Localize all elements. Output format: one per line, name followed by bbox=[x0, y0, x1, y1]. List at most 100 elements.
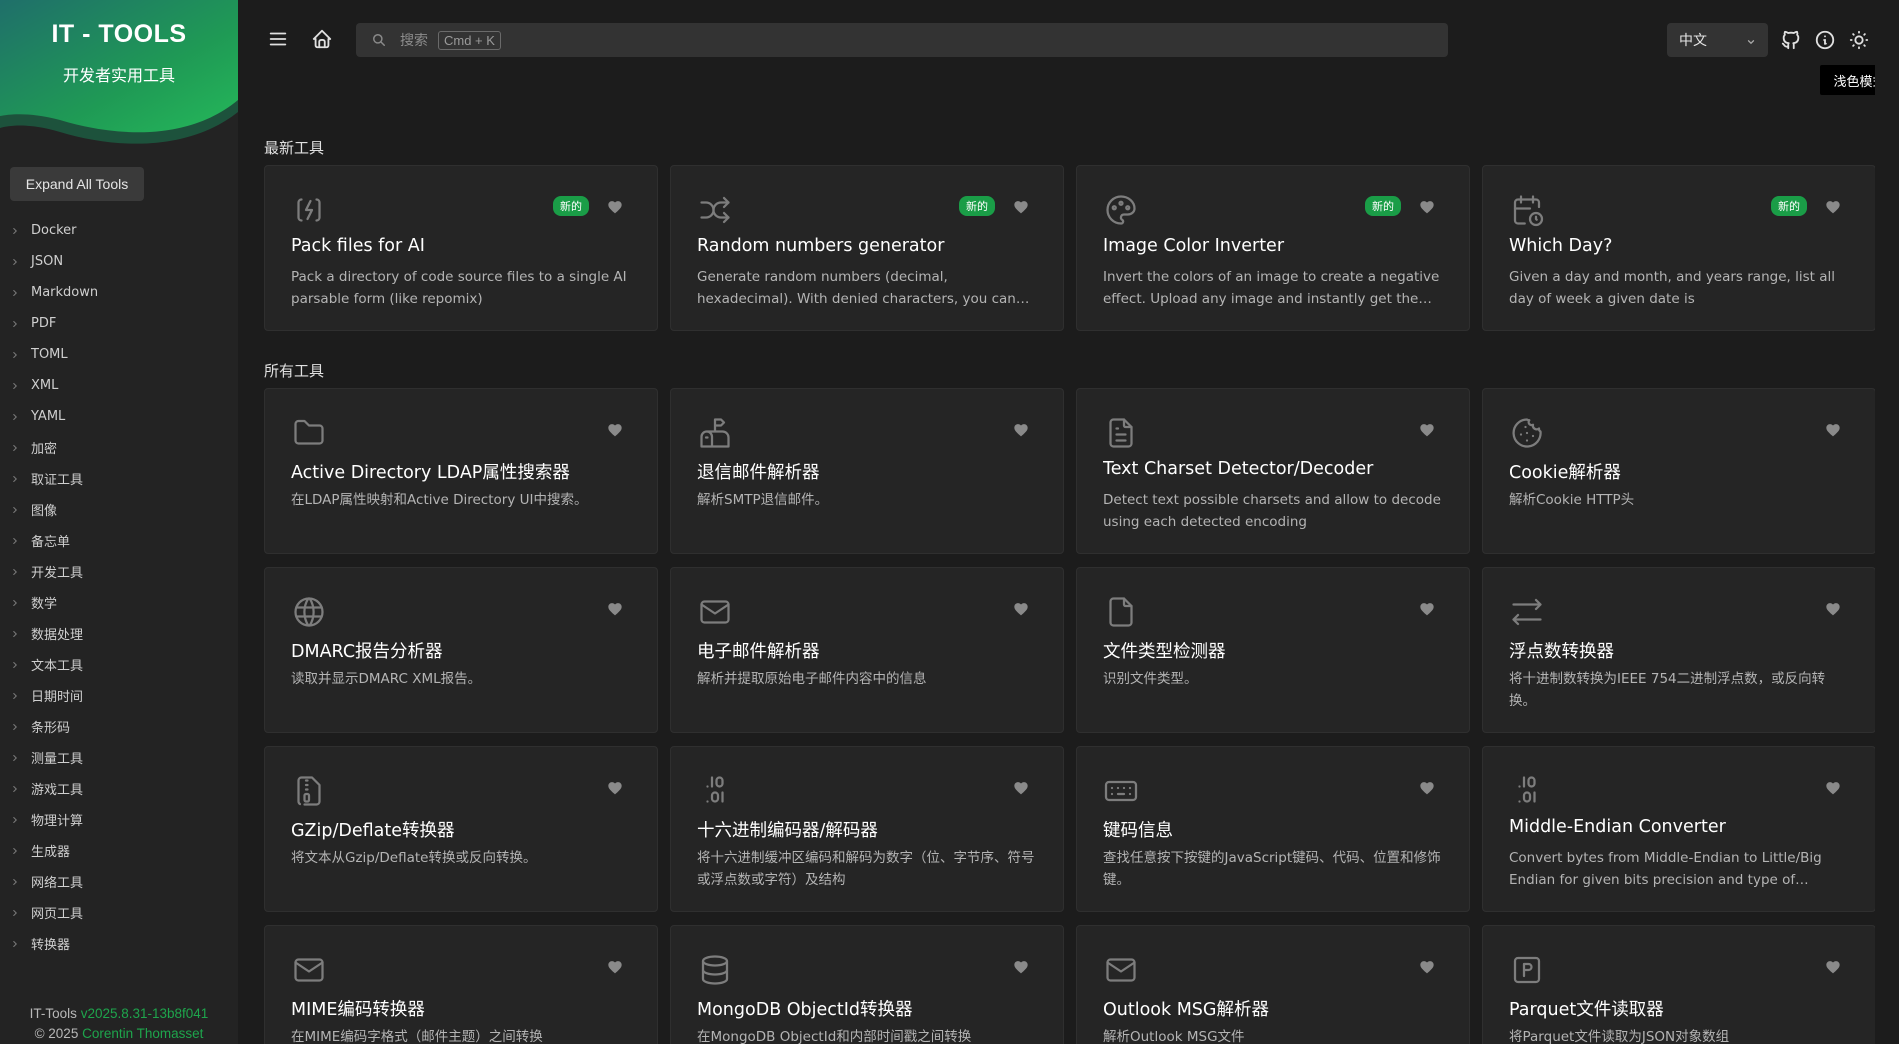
sidebar-category-14[interactable]: 文本工具 bbox=[0, 649, 238, 680]
top-header: 搜索 Cmd + K 中文 bbox=[238, 0, 1899, 80]
heart-icon[interactable] bbox=[607, 780, 623, 795]
github-icon[interactable] bbox=[1780, 29, 1802, 51]
heart-icon[interactable] bbox=[1013, 780, 1029, 795]
sidebar-category-13[interactable]: 数据处理 bbox=[0, 618, 238, 649]
tool-card[interactable]: MIME编码转换器 在MIME编码字格式（邮件主题）之间转换 bbox=[264, 925, 658, 1044]
heart-icon[interactable] bbox=[1013, 422, 1029, 437]
sidebar-category-12[interactable]: 数学 bbox=[0, 587, 238, 618]
sun-icon[interactable] bbox=[1848, 29, 1870, 51]
home-icon[interactable] bbox=[311, 28, 333, 50]
menu-icon[interactable] bbox=[267, 28, 289, 50]
heart-icon[interactable] bbox=[607, 422, 623, 437]
heart-icon[interactable] bbox=[607, 601, 623, 616]
app-title[interactable]: IT - TOOLS bbox=[0, 20, 238, 49]
heart-icon[interactable] bbox=[607, 959, 623, 974]
chevron-right-icon bbox=[10, 225, 22, 237]
heart-icon[interactable] bbox=[1419, 199, 1435, 214]
sidebar-category-label: Docker bbox=[31, 223, 77, 238]
category-list: Docker JSON Markdown PDF TOML XML YAML 加密 取证工具 图像… bbox=[0, 215, 238, 959]
heart-icon[interactable] bbox=[1013, 601, 1029, 616]
tool-card[interactable]: 十六进制编码器/解码器 将十六进制缓冲区编码和解码为数字（位、字节序、符号或浮点数… bbox=[670, 746, 1064, 912]
chevron-right-icon bbox=[10, 473, 22, 485]
sidebar-category-15[interactable]: 日期时间 bbox=[0, 680, 238, 711]
sidebar-category-label: 文本工具 bbox=[31, 659, 84, 674]
sidebar-category-21[interactable]: 网络工具 bbox=[0, 866, 238, 897]
sidebar-category-11[interactable]: 开发工具 bbox=[0, 556, 238, 587]
sidebar-category-3[interactable]: PDF bbox=[0, 308, 238, 339]
tool-card[interactable]: 新的 Which Day? Given a day and month, and y… bbox=[1482, 165, 1876, 331]
sidebar-category-19[interactable]: 物理计算 bbox=[0, 804, 238, 835]
language-select[interactable]: 中文 bbox=[1667, 23, 1768, 57]
chevron-right-icon bbox=[10, 597, 22, 609]
footer-copyright: © 2025 bbox=[34, 1026, 79, 1041]
heart-icon[interactable] bbox=[1419, 422, 1435, 437]
sidebar-category-17[interactable]: 测量工具 bbox=[0, 742, 238, 773]
tool-card-title: Text Charset Detector/Decoder bbox=[1103, 459, 1374, 479]
heart-icon[interactable] bbox=[1013, 959, 1029, 974]
shuffle-icon bbox=[697, 192, 733, 228]
sidebar-category-4[interactable]: TOML bbox=[0, 339, 238, 370]
heart-icon[interactable] bbox=[1419, 601, 1435, 616]
tool-card[interactable]: 退信邮件解析器 解析SMTP退信邮件。 bbox=[670, 388, 1064, 554]
sidebar-category-0[interactable]: Docker bbox=[0, 215, 238, 246]
tool-card[interactable]: 新的 Image Color Inverter Invert the colors … bbox=[1076, 165, 1470, 331]
sidebar-category-18[interactable]: 游戏工具 bbox=[0, 773, 238, 804]
search-bar[interactable]: 搜索 Cmd + K bbox=[356, 23, 1448, 57]
footer-author-link[interactable]: Corentin Thomasset bbox=[82, 1026, 203, 1041]
heart-icon[interactable] bbox=[1013, 199, 1029, 214]
arrows-left-right-icon bbox=[1509, 594, 1545, 630]
tool-card[interactable]: 电子邮件解析器 解析并提取原始电子邮件内容中的信息 bbox=[670, 567, 1064, 733]
tool-card-description: 查找任意按下按键的JavaScript键码、代码、位置和修饰键。 bbox=[1103, 850, 1441, 888]
app-subtitle: 开发者实用工具 bbox=[62, 66, 175, 85]
tool-card[interactable]: 浮点数转换器 将十进制数转换为IEEE 754二进制浮点数，或反向转换。 bbox=[1482, 567, 1876, 733]
tool-card[interactable]: Active Directory LDAP属性搜索器 在LDAP属性映射和Acti… bbox=[264, 388, 658, 554]
tool-card[interactable]: GZip/Deflate转换器 将文本从Gzip/Deflate转换或反向转换。 bbox=[264, 746, 658, 912]
expand-all-tools-button[interactable]: Expand All Tools bbox=[10, 167, 144, 201]
tool-card[interactable]: DMARC报告分析器 读取并显示DMARC XML报告。 bbox=[264, 567, 658, 733]
chevron-right-icon bbox=[10, 349, 22, 361]
tool-card-description: 在MongoDB ObjectId和内部时间戳之间转换 bbox=[697, 1029, 972, 1044]
sidebar-category-6[interactable]: YAML bbox=[0, 401, 238, 432]
tool-card[interactable]: Text Charset Detector/Decoder Detect text… bbox=[1076, 388, 1470, 554]
tool-card-description: 解析Outlook MSG文件 bbox=[1103, 1029, 1245, 1044]
parquet-icon bbox=[1509, 952, 1545, 988]
sidebar-category-label: XML bbox=[31, 378, 59, 393]
sidebar-category-23[interactable]: 转换器 bbox=[0, 928, 238, 959]
tool-card[interactable]: Cookie解析器 解析Cookie HTTP头 bbox=[1482, 388, 1876, 554]
heart-icon[interactable] bbox=[1419, 780, 1435, 795]
scrollbar-track[interactable] bbox=[1875, 0, 1899, 1044]
tool-card[interactable]: Middle-Endian Converter Convert bytes fro… bbox=[1482, 746, 1876, 912]
sidebar-category-5[interactable]: XML bbox=[0, 370, 238, 401]
mail-icon bbox=[697, 594, 733, 630]
heart-icon[interactable] bbox=[1419, 959, 1435, 974]
tool-card[interactable]: MongoDB ObjectId转换器 在MongoDB ObjectId和内部时… bbox=[670, 925, 1064, 1044]
sidebar-category-9[interactable]: 图像 bbox=[0, 494, 238, 525]
sidebar-category-20[interactable]: 生成器 bbox=[0, 835, 238, 866]
tool-card-description: Pack a directory of code source files to… bbox=[291, 269, 627, 307]
tool-card[interactable]: Outlook MSG解析器 解析Outlook MSG文件 bbox=[1076, 925, 1470, 1044]
tool-card[interactable]: 新的 Random numbers generator Generate rando… bbox=[670, 165, 1064, 331]
sidebar-category-16[interactable]: 条形码 bbox=[0, 711, 238, 742]
sidebar-category-7[interactable]: 加密 bbox=[0, 432, 238, 463]
footer-version-link[interactable]: v2025.8.31-13b8f041 bbox=[81, 1006, 209, 1021]
sidebar-category-8[interactable]: 取证工具 bbox=[0, 463, 238, 494]
sidebar-category-2[interactable]: Markdown bbox=[0, 277, 238, 308]
tool-card[interactable]: Parquet文件读取器 将Parquet文件读取为JSON对象数组 bbox=[1482, 925, 1876, 1044]
sidebar-category-1[interactable]: JSON bbox=[0, 246, 238, 277]
heart-icon[interactable] bbox=[1825, 422, 1841, 437]
tool-card[interactable]: 键码信息 查找任意按下按键的JavaScript键码、代码、位置和修饰键。 bbox=[1076, 746, 1470, 912]
info-icon[interactable] bbox=[1814, 29, 1836, 51]
heart-icon[interactable] bbox=[1825, 780, 1841, 795]
tool-card[interactable]: 文件类型检测器 识别文件类型。 bbox=[1076, 567, 1470, 733]
sidebar-category-label: 条形码 bbox=[31, 721, 71, 736]
heart-icon[interactable] bbox=[1825, 959, 1841, 974]
heart-icon[interactable] bbox=[1825, 199, 1841, 214]
chevron-right-icon bbox=[10, 814, 22, 826]
tool-card-title: 退信邮件解析器 bbox=[697, 463, 820, 483]
heart-icon[interactable] bbox=[1825, 601, 1841, 616]
tool-card[interactable]: 新的 Pack files for AI Pack a directory of c… bbox=[264, 165, 658, 331]
chevron-right-icon bbox=[10, 535, 22, 547]
sidebar-category-22[interactable]: 网页工具 bbox=[0, 897, 238, 928]
heart-icon[interactable] bbox=[607, 199, 623, 214]
sidebar-category-10[interactable]: 备忘单 bbox=[0, 525, 238, 556]
